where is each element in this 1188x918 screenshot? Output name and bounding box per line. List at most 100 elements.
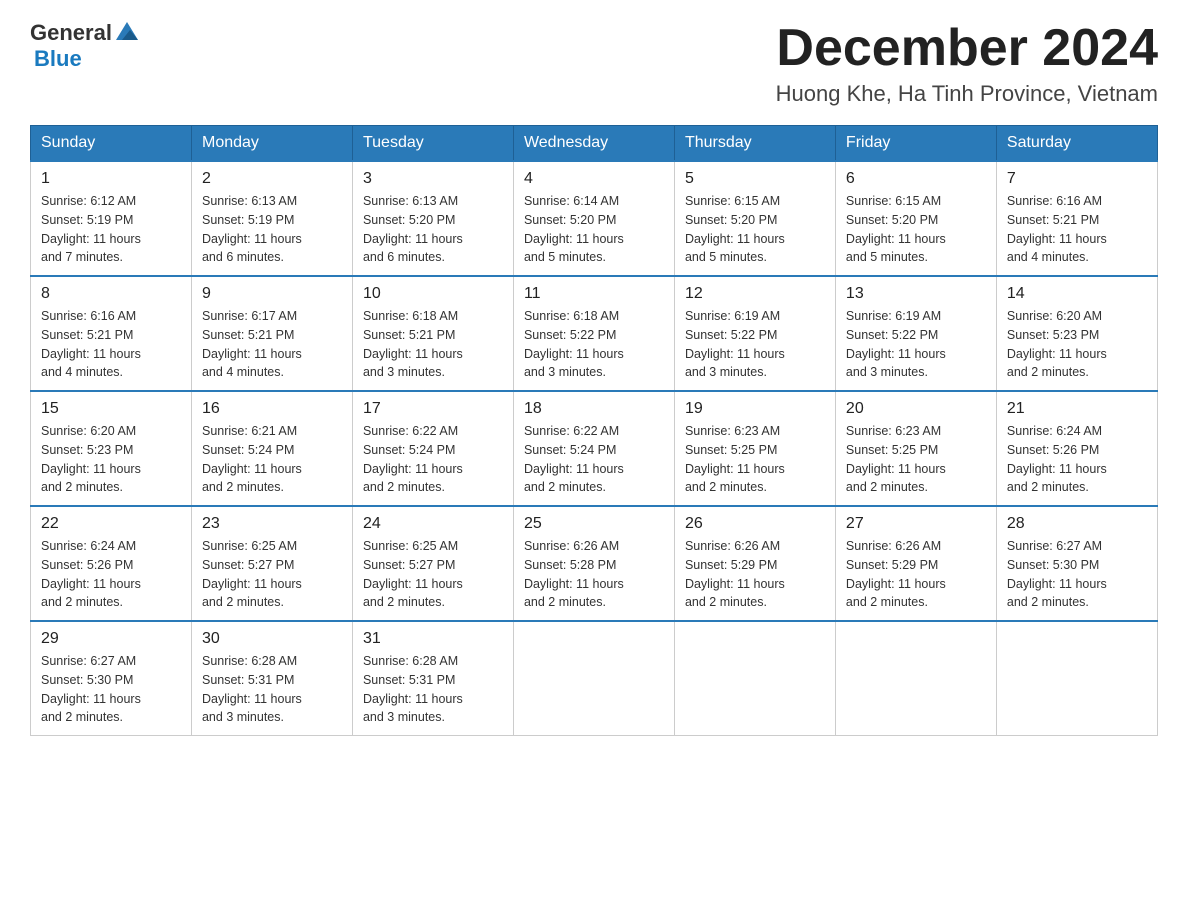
logo-general-text: General: [30, 20, 112, 46]
day-info: Sunrise: 6:20 AM Sunset: 5:23 PM Dayligh…: [41, 422, 181, 497]
day-info: Sunrise: 6:27 AM Sunset: 5:30 PM Dayligh…: [1007, 537, 1147, 612]
calendar-cell: 14Sunrise: 6:20 AM Sunset: 5:23 PM Dayli…: [996, 276, 1157, 391]
weekday-header-wednesday: Wednesday: [513, 126, 674, 162]
day-number: 16: [202, 400, 342, 418]
day-number: 8: [41, 285, 181, 303]
day-number: 2: [202, 170, 342, 188]
day-number: 1: [41, 170, 181, 188]
weekday-header-thursday: Thursday: [674, 126, 835, 162]
calendar-cell: 21 Sunrise: 6:24 AM Sunset: 5:26 PM Dayli…: [996, 391, 1157, 506]
day-number: 10: [363, 285, 503, 303]
day-info: Sunrise: 6:26 AM Sunset: 5:29 PM Dayligh…: [846, 537, 986, 612]
calendar-cell: 26Sunrise: 6:26 AM Sunset: 5:29 PM Dayli…: [674, 506, 835, 621]
day-info: Sunrise: 6:13 AM Sunset: 5:20 PM Dayligh…: [363, 192, 503, 267]
day-info: Sunrise: 6:22 AM Sunset: 5:24 PM Dayligh…: [524, 422, 664, 497]
day-number: 31: [363, 630, 503, 648]
week-row-2: 8 Sunrise: 6:16 AM Sunset: 5:21 PM Daylig…: [31, 276, 1158, 391]
calendar-cell: 25 Sunrise: 6:26 AM Sunset: 5:28 PM Dayli…: [513, 506, 674, 621]
location-title: Huong Khe, Ha Tinh Province, Vietnam: [776, 81, 1158, 107]
calendar-cell: 11Sunrise: 6:18 AM Sunset: 5:22 PM Dayli…: [513, 276, 674, 391]
day-info: Sunrise: 6:28 AM Sunset: 5:31 PM Dayligh…: [202, 652, 342, 727]
day-info: Sunrise: 6:18 AM Sunset: 5:21 PM Dayligh…: [363, 307, 503, 382]
calendar-cell: 20 Sunrise: 6:23 AM Sunset: 5:25 PM Dayli…: [835, 391, 996, 506]
day-number: 29: [41, 630, 181, 648]
calendar-cell: [996, 621, 1157, 736]
day-number: 28: [1007, 515, 1147, 533]
weekday-header-sunday: Sunday: [31, 126, 192, 162]
day-number: 23: [202, 515, 342, 533]
day-number: 20: [846, 400, 986, 418]
week-row-3: 15 Sunrise: 6:20 AM Sunset: 5:23 PM Dayli…: [31, 391, 1158, 506]
week-row-4: 22 Sunrise: 6:24 AM Sunset: 5:26 PM Dayli…: [31, 506, 1158, 621]
day-number: 18: [524, 400, 664, 418]
day-info: Sunrise: 6:24 AM Sunset: 5:26 PM Dayligh…: [41, 537, 181, 612]
calendar-cell: 24 Sunrise: 6:25 AM Sunset: 5:27 PM Dayli…: [352, 506, 513, 621]
calendar-cell: 27 Sunrise: 6:26 AM Sunset: 5:29 PM Dayli…: [835, 506, 996, 621]
day-number: 4: [524, 170, 664, 188]
day-info: Sunrise: 6:26 AM Sunset: 5:28 PM Dayligh…: [524, 537, 664, 612]
month-title: December 2024: [776, 20, 1158, 77]
day-info: Sunrise: 6:15 AM Sunset: 5:20 PM Dayligh…: [685, 192, 825, 267]
day-info: Sunrise: 6:19 AM Sunset: 5:22 PM Dayligh…: [846, 307, 986, 382]
calendar-cell: 31Sunrise: 6:28 AM Sunset: 5:31 PM Dayli…: [352, 621, 513, 736]
weekday-header-monday: Monday: [191, 126, 352, 162]
day-number: 6: [846, 170, 986, 188]
day-number: 7: [1007, 170, 1147, 188]
day-info: Sunrise: 6:23 AM Sunset: 5:25 PM Dayligh…: [846, 422, 986, 497]
logo-icon: [114, 20, 140, 46]
calendar-cell: 23 Sunrise: 6:25 AM Sunset: 5:27 PM Dayli…: [191, 506, 352, 621]
day-info: Sunrise: 6:25 AM Sunset: 5:27 PM Dayligh…: [363, 537, 503, 612]
day-info: Sunrise: 6:13 AM Sunset: 5:19 PM Dayligh…: [202, 192, 342, 267]
day-info: Sunrise: 6:15 AM Sunset: 5:20 PM Dayligh…: [846, 192, 986, 267]
day-number: 22: [41, 515, 181, 533]
calendar-cell: 4 Sunrise: 6:14 AM Sunset: 5:20 PM Daylig…: [513, 161, 674, 276]
weekday-header-row: SundayMondayTuesdayWednesdayThursdayFrid…: [31, 126, 1158, 162]
calendar-cell: 15 Sunrise: 6:20 AM Sunset: 5:23 PM Dayli…: [31, 391, 192, 506]
calendar-cell: 9 Sunrise: 6:17 AM Sunset: 5:21 PM Daylig…: [191, 276, 352, 391]
calendar-cell: 8 Sunrise: 6:16 AM Sunset: 5:21 PM Daylig…: [31, 276, 192, 391]
calendar-cell: 30 Sunrise: 6:28 AM Sunset: 5:31 PM Dayli…: [191, 621, 352, 736]
day-number: 9: [202, 285, 342, 303]
day-info: Sunrise: 6:22 AM Sunset: 5:24 PM Dayligh…: [363, 422, 503, 497]
day-number: 3: [363, 170, 503, 188]
day-info: Sunrise: 6:19 AM Sunset: 5:22 PM Dayligh…: [685, 307, 825, 382]
calendar-table: SundayMondayTuesdayWednesdayThursdayFrid…: [30, 125, 1158, 736]
day-info: Sunrise: 6:25 AM Sunset: 5:27 PM Dayligh…: [202, 537, 342, 612]
day-info: Sunrise: 6:24 AM Sunset: 5:26 PM Dayligh…: [1007, 422, 1147, 497]
day-number: 24: [363, 515, 503, 533]
calendar-cell: 28 Sunrise: 6:27 AM Sunset: 5:30 PM Dayli…: [996, 506, 1157, 621]
calendar-cell: 13 Sunrise: 6:19 AM Sunset: 5:22 PM Dayli…: [835, 276, 996, 391]
calendar-cell: 7 Sunrise: 6:16 AM Sunset: 5:21 PM Daylig…: [996, 161, 1157, 276]
day-info: Sunrise: 6:16 AM Sunset: 5:21 PM Dayligh…: [1007, 192, 1147, 267]
day-number: 5: [685, 170, 825, 188]
calendar-cell: 18 Sunrise: 6:22 AM Sunset: 5:24 PM Dayli…: [513, 391, 674, 506]
day-info: Sunrise: 6:14 AM Sunset: 5:20 PM Dayligh…: [524, 192, 664, 267]
day-info: Sunrise: 6:23 AM Sunset: 5:25 PM Dayligh…: [685, 422, 825, 497]
day-number: 13: [846, 285, 986, 303]
weekday-header-friday: Friday: [835, 126, 996, 162]
calendar-cell: 3 Sunrise: 6:13 AM Sunset: 5:20 PM Daylig…: [352, 161, 513, 276]
day-info: Sunrise: 6:20 AM Sunset: 5:23 PM Dayligh…: [1007, 307, 1147, 382]
calendar-cell: 19Sunrise: 6:23 AM Sunset: 5:25 PM Dayli…: [674, 391, 835, 506]
day-info: Sunrise: 6:21 AM Sunset: 5:24 PM Dayligh…: [202, 422, 342, 497]
day-number: 30: [202, 630, 342, 648]
calendar-cell: 10 Sunrise: 6:18 AM Sunset: 5:21 PM Dayli…: [352, 276, 513, 391]
day-number: 25: [524, 515, 664, 533]
day-info: Sunrise: 6:16 AM Sunset: 5:21 PM Dayligh…: [41, 307, 181, 382]
calendar-cell: 12Sunrise: 6:19 AM Sunset: 5:22 PM Dayli…: [674, 276, 835, 391]
calendar-cell: [835, 621, 996, 736]
page-header: General Blue December 2024 Huong Khe, Ha…: [30, 20, 1158, 107]
day-number: 27: [846, 515, 986, 533]
day-number: 21: [1007, 400, 1147, 418]
weekday-header-saturday: Saturday: [996, 126, 1157, 162]
calendar-cell: 17Sunrise: 6:22 AM Sunset: 5:24 PM Dayli…: [352, 391, 513, 506]
calendar-cell: [674, 621, 835, 736]
week-row-1: 1Sunrise: 6:12 AM Sunset: 5:19 PM Daylig…: [31, 161, 1158, 276]
calendar-cell: 6 Sunrise: 6:15 AM Sunset: 5:20 PM Daylig…: [835, 161, 996, 276]
day-number: 15: [41, 400, 181, 418]
calendar-cell: [513, 621, 674, 736]
calendar-cell: 29 Sunrise: 6:27 AM Sunset: 5:30 PM Dayli…: [31, 621, 192, 736]
title-area: December 2024 Huong Khe, Ha Tinh Provinc…: [776, 20, 1158, 107]
day-info: Sunrise: 6:27 AM Sunset: 5:30 PM Dayligh…: [41, 652, 181, 727]
day-info: Sunrise: 6:17 AM Sunset: 5:21 PM Dayligh…: [202, 307, 342, 382]
